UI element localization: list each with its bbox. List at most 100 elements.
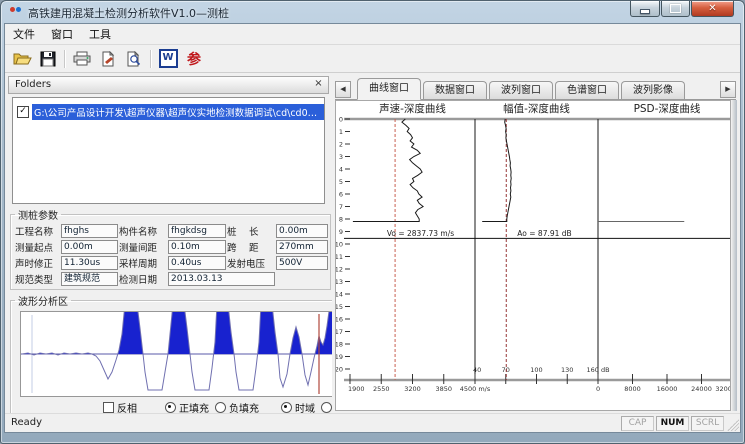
svg-text:5: 5 [339,178,343,186]
status-ready-text: Ready [11,417,42,428]
depth-charts-area[interactable]: 01234567891011121314151617181920声速-深度曲线1… [335,100,731,411]
svg-text:声速-深度曲线: 声速-深度曲线 [379,102,446,115]
pile-length-field[interactable]: 0.00m [276,224,328,238]
fill-negative-radio[interactable] [215,402,226,413]
tab-bar: ◀ 曲线窗口 数据窗口 波列窗口 色谱窗口 波列影像 ▶ [335,78,736,100]
folders-panel: Folders × ✓ G:\公司产品设计开发\超声仪器\超声仪实地检测数据调试… [6,73,331,414]
window-title: 高铁建用混凝土检测分析软件V1.0—测桩 [28,5,229,21]
tab-wavetrain-image[interactable]: 波列影像 [621,81,685,99]
svg-text:PSD-深度曲线: PSD-深度曲线 [634,102,701,115]
svg-text:16: 16 [336,315,343,323]
folders-close-button[interactable]: × [312,78,325,91]
print-preview-button[interactable] [122,48,146,70]
app-window: 高铁建用混凝土检测分析软件V1.0—测桩 ✕ 文件 窗口 工具 [0,0,745,444]
code-type-select[interactable]: 建筑规范 [61,272,118,286]
time-domain-radio[interactable] [281,402,292,413]
tab-curve-window[interactable]: 曲线窗口 [357,78,421,100]
svg-text:18: 18 [336,340,343,348]
project-name-field[interactable]: fhghs [61,224,118,238]
save-button[interactable] [36,48,60,70]
svg-text:15: 15 [336,303,343,311]
status-bar: Ready CAP NUM SCRL [5,413,740,432]
svg-text:14: 14 [336,290,343,298]
close-icon: ✕ [708,2,716,16]
freq-domain-radio[interactable] [321,402,332,413]
print-setup-button[interactable] [96,48,120,70]
scroll-lock-indicator: SCRL [691,416,724,431]
svg-text:3200: 3200 [404,385,421,393]
svg-text:6: 6 [339,190,343,198]
toolbar-separator [64,50,66,68]
svg-text:17: 17 [336,328,343,336]
tab-wavetrain-window[interactable]: 波列窗口 [489,81,553,99]
svg-text:100: 100 [530,366,542,374]
sample-period-field[interactable]: 0.40us [168,256,226,270]
param-label: 检测日期 [119,272,167,286]
svg-text:8: 8 [339,215,343,223]
minimize-button[interactable] [630,1,660,17]
tab-scroll-right-button[interactable]: ▶ [720,81,736,98]
svg-text:2: 2 [339,140,343,148]
svg-text:7: 7 [339,203,343,211]
export-word-button[interactable]: W [156,48,180,70]
measure-start-field[interactable]: 0.00m [61,240,118,254]
parameters-button[interactable]: 参 [182,48,206,70]
print-button[interactable] [70,48,94,70]
span-field[interactable]: 270mm [276,240,328,254]
menu-tools[interactable]: 工具 [81,24,119,44]
menu-window[interactable]: 窗口 [43,24,81,44]
word-icon: W [159,49,178,68]
component-name-field[interactable]: fhgkdsg [168,224,226,238]
tab-spectrum-window[interactable]: 色谱窗口 [555,81,619,99]
depth-charts-svg: 01234567891011121314151617181920声速-深度曲线1… [336,101,731,411]
menu-bar: 文件 窗口 工具 [5,24,740,45]
param-label: 构件名称 [119,224,167,238]
tab-scroll-left-button[interactable]: ◀ [335,81,351,98]
param-label: 测量间距 [119,240,167,254]
menu-file[interactable]: 文件 [5,24,43,44]
voltage-field[interactable]: 500V [276,256,328,270]
close-button[interactable]: ✕ [691,1,734,17]
param-label: 规范类型 [15,272,60,286]
toolbar: W 参 [5,45,740,73]
svg-text:16000: 16000 [657,385,678,393]
open-button[interactable] [10,48,34,70]
svg-text:10: 10 [336,240,343,248]
folders-list: ✓ G:\公司产品设计开发\超声仪器\超声仪实地检测数据调试\cd\cd03\c… [12,97,325,204]
parameters-icon: 参 [187,49,201,69]
preview-icon [126,51,142,67]
svg-text:8000: 8000 [624,385,641,393]
test-date-field[interactable]: 2013.03.13 [168,272,275,286]
pile-params-title: 测桩参数 [15,207,61,222]
caps-lock-indicator: CAP [621,416,654,431]
svg-text:4500 m/s: 4500 m/s [460,385,491,393]
svg-text:70: 70 [502,366,510,374]
pile-params-group: 测桩参数 工程名称 fhghs 构件名称 fhgkdsg 桩 长 0.00m 测… [10,207,331,290]
save-icon [40,51,56,67]
file-path-label[interactable]: G:\公司产品设计开发\超声仪器\超声仪实地检测数据调试\cd\cd03\cd0… [32,104,324,120]
svg-text:Vo = 2837.73 m/s: Vo = 2837.73 m/s [387,229,454,238]
param-label: 跨 距 [227,240,275,254]
maximize-button[interactable] [661,1,690,17]
measure-spacing-field[interactable]: 0.10m [168,240,226,254]
client-area: 文件 窗口 工具 W [4,23,741,433]
time-correction-field[interactable]: 11.30us [61,256,118,270]
list-item[interactable]: ✓ G:\公司产品设计开发\超声仪器\超声仪实地检测数据调试\cd\cd03\c… [13,104,324,119]
svg-text:Ao = 87.91 dB: Ao = 87.91 dB [517,229,571,238]
waveform-plot[interactable] [20,311,384,397]
resize-grip[interactable] [727,419,739,431]
svg-text:1900: 1900 [348,385,365,393]
toolbar-separator [150,50,152,68]
svg-text:0: 0 [339,115,343,123]
waveform-analysis-title: 波形分析区 [15,293,71,308]
fill-positive-radio[interactable] [165,402,176,413]
curve-view-panel: ◀ 曲线窗口 数据窗口 波列窗口 色谱窗口 波列影像 ▶ 01234567891… [332,73,739,414]
svg-text:24000: 24000 [691,385,712,393]
file-checkbox[interactable]: ✓ [17,106,29,118]
waveform-svg [21,312,333,396]
svg-text:0: 0 [596,385,600,393]
svg-text:19: 19 [336,353,343,361]
tab-data-window[interactable]: 数据窗口 [423,81,487,99]
num-lock-indicator: NUM [656,416,689,431]
invert-checkbox[interactable] [103,402,114,413]
